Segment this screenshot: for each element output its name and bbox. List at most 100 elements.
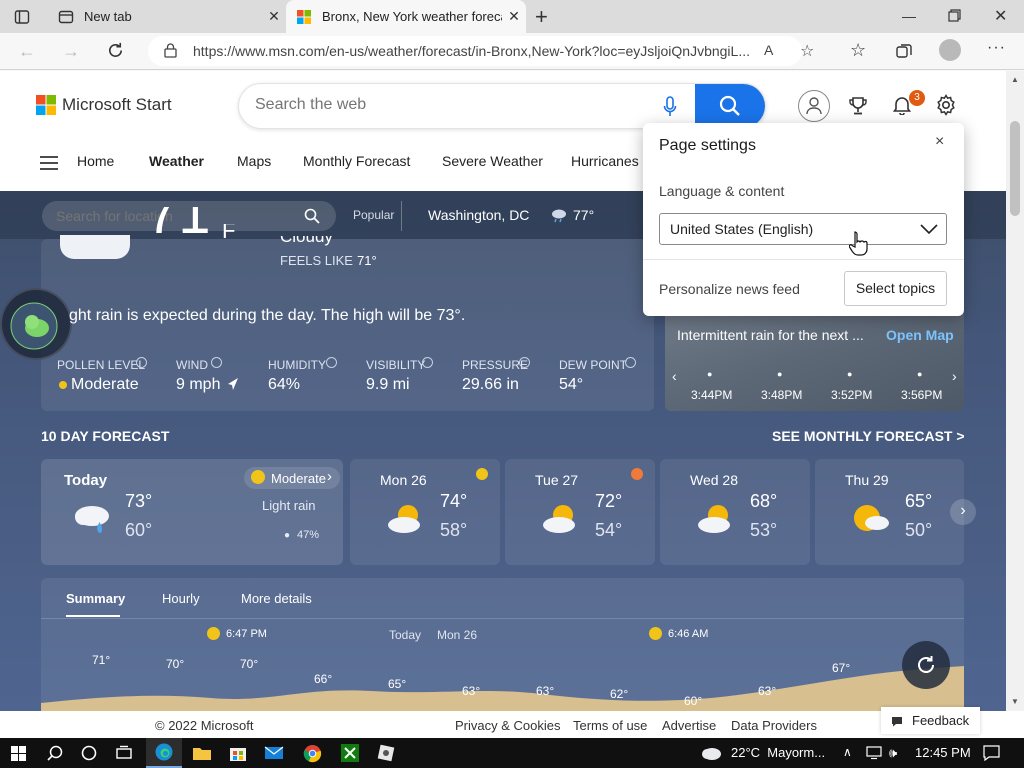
tab-summary[interactable]: Summary (66, 591, 125, 606)
dew-point-value: 54° (559, 376, 584, 393)
info-icon[interactable] (625, 357, 636, 368)
page-content: Microsoft Start 3 Home Weather Ma (0, 71, 1006, 711)
forward-icon[interactable]: → (62, 41, 80, 62)
task-view-icon[interactable] (106, 738, 142, 768)
rain-cloud-icon (550, 207, 568, 223)
info-icon[interactable] (326, 357, 337, 368)
store-icon[interactable] (220, 738, 256, 768)
refresh-fab[interactable] (902, 641, 950, 689)
map-prev-arrow[interactable]: ‹ (672, 368, 677, 384)
language-select[interactable]: United States (English) (659, 213, 947, 245)
nav-maps[interactable]: Maps (237, 153, 271, 169)
chart-temp-label: 71° (92, 653, 111, 667)
raindrop-icon: ● (917, 369, 923, 379)
minimize-icon[interactable]: — (902, 8, 916, 24)
visibility-label: VISIBILITY (366, 358, 426, 372)
scroll-up-icon[interactable]: ▲ (1011, 75, 1019, 84)
brand-name[interactable]: Microsoft Start (62, 95, 172, 115)
tab-new-tab[interactable]: New tab ✕ (50, 0, 286, 33)
popular-city-link[interactable]: Washington, DC (428, 207, 529, 223)
tab-actions-icon[interactable] (14, 9, 30, 25)
scrollbar-thumb[interactable] (1010, 121, 1020, 216)
pollen-value: Moderate (71, 376, 139, 393)
back-icon[interactable]: ← (18, 41, 36, 62)
lock-icon[interactable] (164, 43, 177, 58)
footer-link-privacy[interactable]: Privacy & Cookies (455, 718, 560, 733)
notification-center-icon[interactable] (983, 745, 1000, 761)
new-tab-button[interactable]: + (535, 4, 548, 30)
edge-taskbar-icon[interactable] (146, 738, 182, 768)
select-topics-button[interactable]: Select topics (844, 271, 947, 306)
nav-monthly-forecast[interactable]: Monthly Forecast (303, 153, 410, 169)
popular-city-temp: 77° (573, 207, 595, 223)
close-window-icon[interactable]: ✕ (994, 6, 1007, 26)
close-icon[interactable]: × (935, 133, 944, 151)
chrome-icon[interactable] (294, 738, 330, 768)
close-tab-icon[interactable]: ✕ (262, 8, 286, 25)
settings-gear-icon[interactable] (935, 94, 957, 116)
info-icon[interactable] (422, 357, 433, 368)
footer-link-data-providers[interactable]: Data Providers (731, 718, 817, 733)
url-text[interactable]: https://www.msn.com/en-us/weather/foreca… (193, 43, 753, 59)
forecast-next-arrow[interactable]: › (950, 499, 976, 525)
microphone-icon[interactable] (663, 96, 677, 118)
volume-icon[interactable]: 🕪 (889, 745, 897, 761)
info-icon[interactable] (136, 357, 147, 368)
nav-weather[interactable]: Weather (149, 153, 204, 169)
tab-more-details[interactable]: More details (241, 591, 312, 606)
nav-home[interactable]: Home (77, 153, 114, 169)
monthly-forecast-link[interactable]: SEE MONTHLY FORECAST > (772, 428, 965, 444)
footer-link-terms[interactable]: Terms of use (573, 718, 647, 733)
vertical-scrollbar[interactable]: ▲ ▼ (1006, 71, 1024, 711)
info-icon[interactable] (211, 357, 222, 368)
collections-icon[interactable] (895, 42, 913, 60)
map-next-arrow[interactable]: › (952, 368, 957, 384)
chevron-down-icon (920, 224, 938, 235)
feedback-button[interactable]: Feedback (881, 707, 980, 734)
url-bar[interactable]: https://www.msn.com/en-us/weather/foreca… (148, 36, 814, 66)
chart-temp-label: 63° (758, 684, 777, 698)
taskbar-clock[interactable]: 12:45 PM (915, 745, 971, 760)
profile-avatar[interactable] (939, 39, 961, 61)
restore-icon[interactable] (948, 9, 961, 22)
file-explorer-icon[interactable] (184, 738, 220, 768)
add-favorite-icon[interactable]: ☆ (800, 41, 814, 61)
nav-hurricanes[interactable]: Hurricanes (571, 153, 639, 169)
favorites-icon[interactable]: ☆ (850, 40, 866, 61)
windows-start-icon[interactable] (0, 738, 36, 768)
show-hidden-icons[interactable]: ∧ (843, 745, 852, 759)
tab-hourly[interactable]: Hourly (162, 591, 200, 606)
xbox-icon[interactable] (332, 738, 368, 768)
condition-value: Cloudy (280, 236, 333, 246)
refresh-icon[interactable] (106, 41, 125, 60)
floating-widget-button[interactable] (0, 288, 72, 360)
temp-unit[interactable]: F (222, 224, 235, 250)
footer-link-advertise[interactable]: Advertise (662, 718, 716, 733)
search-button[interactable] (695, 84, 765, 128)
mail-icon[interactable] (256, 738, 292, 768)
open-map-link[interactable]: Open Map (886, 327, 954, 343)
network-icon[interactable] (866, 746, 882, 760)
search-icon[interactable] (304, 208, 320, 224)
radar-message: Intermittent rain for the next ... (677, 327, 864, 343)
current-temp: 71 (146, 207, 211, 247)
hamburger-menu-icon[interactable] (40, 156, 58, 170)
nav-severe-weather[interactable]: Severe Weather (442, 153, 543, 169)
taskbar-search-icon[interactable] (38, 738, 72, 768)
tab-weather[interactable]: Bronx, New York weather forecas ✕ (286, 0, 526, 33)
weather-taskbar-icon[interactable] (698, 738, 724, 768)
more-menu-icon[interactable]: ··· (987, 39, 1006, 57)
taskbar-weather-text[interactable]: 22°C Mayorm... (731, 745, 825, 760)
cortana-icon[interactable] (72, 738, 106, 768)
snipping-tool-icon[interactable] (368, 738, 404, 768)
humidity-value: 64% (268, 376, 301, 393)
close-tab-icon[interactable]: ✕ (502, 8, 526, 25)
read-aloud-icon[interactable]: A (764, 42, 773, 58)
rewards-trophy-icon[interactable] (848, 96, 868, 116)
search-input[interactable] (255, 96, 635, 114)
info-icon[interactable] (519, 357, 530, 368)
sign-in-icon[interactable] (798, 90, 830, 122)
scroll-down-icon[interactable]: ▼ (1011, 697, 1019, 706)
microsoft-logo-icon[interactable] (36, 95, 56, 115)
today-low: 60° (125, 520, 153, 540)
